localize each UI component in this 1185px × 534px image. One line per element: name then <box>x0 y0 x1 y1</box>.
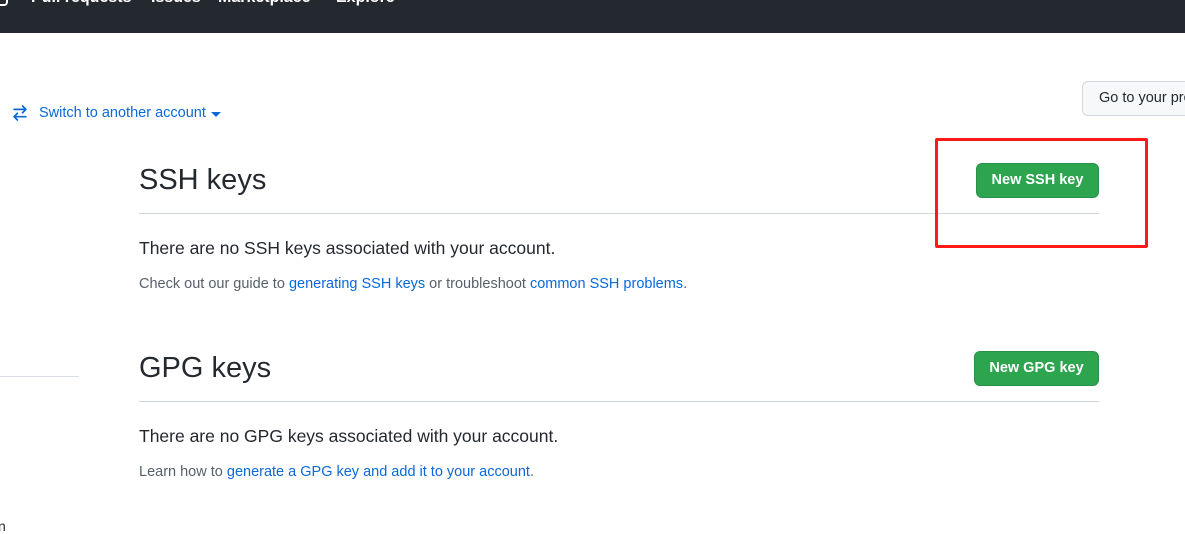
highlight-annotation-box <box>935 138 1148 248</box>
arrow-switch-icon <box>13 105 27 121</box>
common-ssh-problems-link[interactable]: common SSH problems <box>530 276 683 292</box>
ssh-help-prefix: Check out our guide to <box>139 276 289 292</box>
generating-ssh-keys-link[interactable]: generating SSH keys <box>289 276 425 292</box>
ssh-help-text: Check out our guide to generating SSH ke… <box>139 276 687 292</box>
nav-issues[interactable]: Issues <box>151 0 201 8</box>
ssh-help-middle: or troubleshoot <box>425 276 530 292</box>
switch-account-label: Switch to another account <box>39 105 206 121</box>
switch-account-link[interactable]: Switch to another account <box>11 104 221 122</box>
ssh-empty-message: There are no SSH keys associated with yo… <box>139 238 556 258</box>
nav-marketplace[interactable]: Marketplace <box>218 0 311 8</box>
gpg-help-prefix: Learn how to <box>139 464 227 480</box>
gpg-help-suffix: . <box>529 464 534 480</box>
sidebar-item-fragment[interactable]: n <box>0 518 6 534</box>
gpg-section-divider <box>139 401 1099 402</box>
nav-explore[interactable]: Explore <box>336 0 395 8</box>
go-to-profile-button[interactable]: Go to your profile <box>1082 81 1185 116</box>
generate-gpg-key-link[interactable]: generate a GPG key and add it to your ac… <box>227 464 530 480</box>
sidebar-divider <box>0 376 79 377</box>
gpg-keys-title: GPG keys <box>139 352 272 384</box>
github-logo-icon[interactable] <box>0 0 8 6</box>
top-nav-bar: Pull requests Issues Marketplace Explore <box>0 0 1185 33</box>
ssh-help-suffix: . <box>683 276 688 292</box>
nav-pull-requests[interactable]: Pull requests <box>31 0 131 8</box>
new-gpg-key-button[interactable]: New GPG key <box>974 351 1099 386</box>
caret-down-icon <box>210 111 221 117</box>
gpg-help-text: Learn how to generate a GPG key and add … <box>139 464 534 480</box>
ssh-keys-title: SSH keys <box>139 164 267 196</box>
gpg-empty-message: There are no GPG keys associated with yo… <box>139 426 559 446</box>
